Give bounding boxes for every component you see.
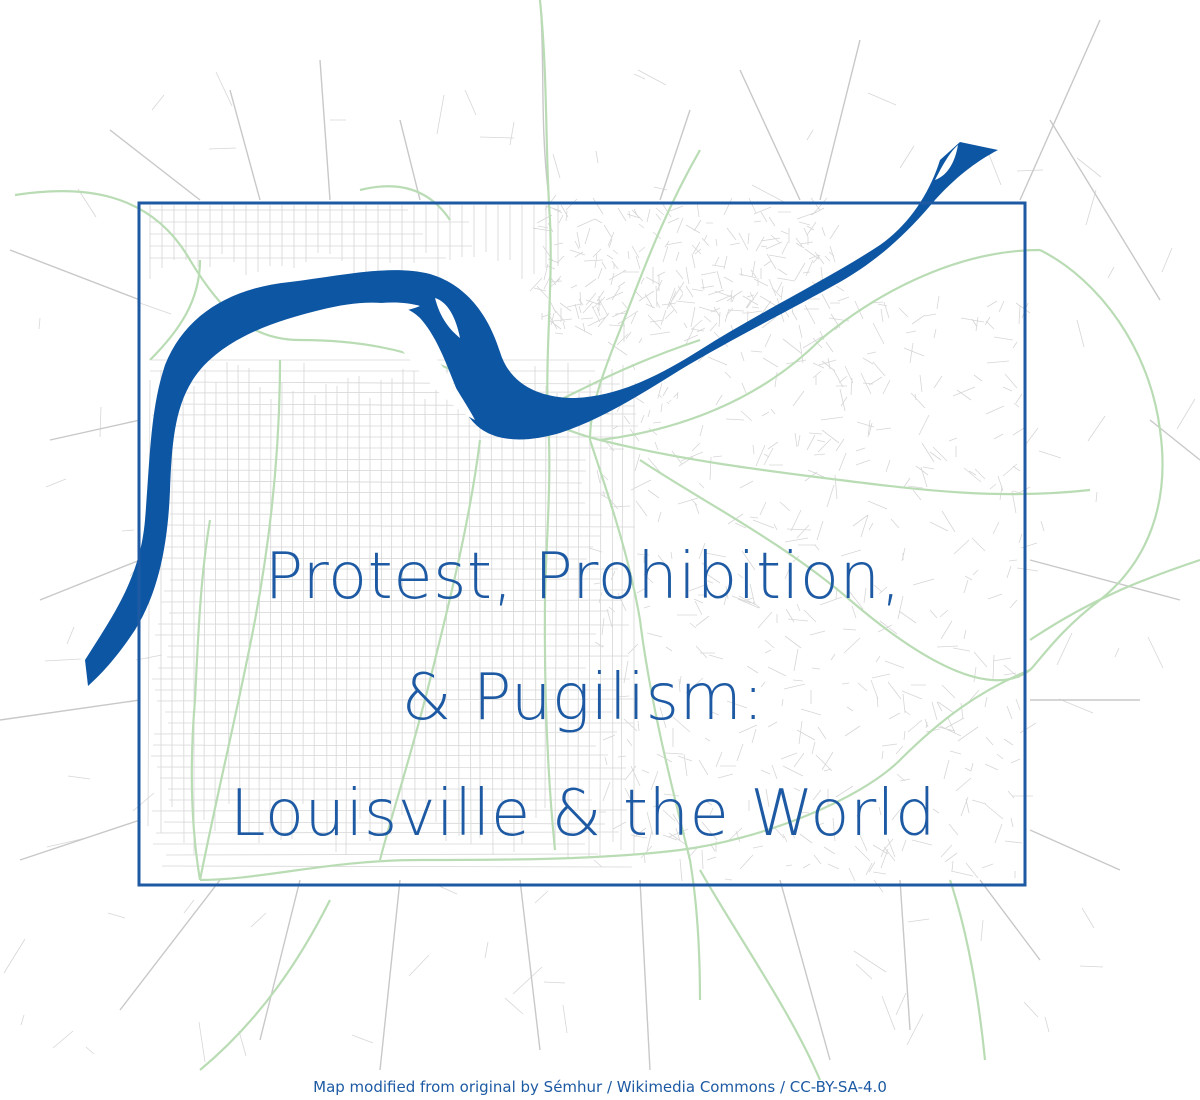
title-line-3: Louisville & the World: [229, 777, 937, 851]
major-roads: [0, 0, 1200, 1071]
title-line-1: Protest, Prohibition,: [264, 540, 902, 614]
title-line-2: & Pugilism:: [401, 661, 765, 735]
map-credit: Map modified from original by Sémhur / W…: [313, 1078, 887, 1096]
